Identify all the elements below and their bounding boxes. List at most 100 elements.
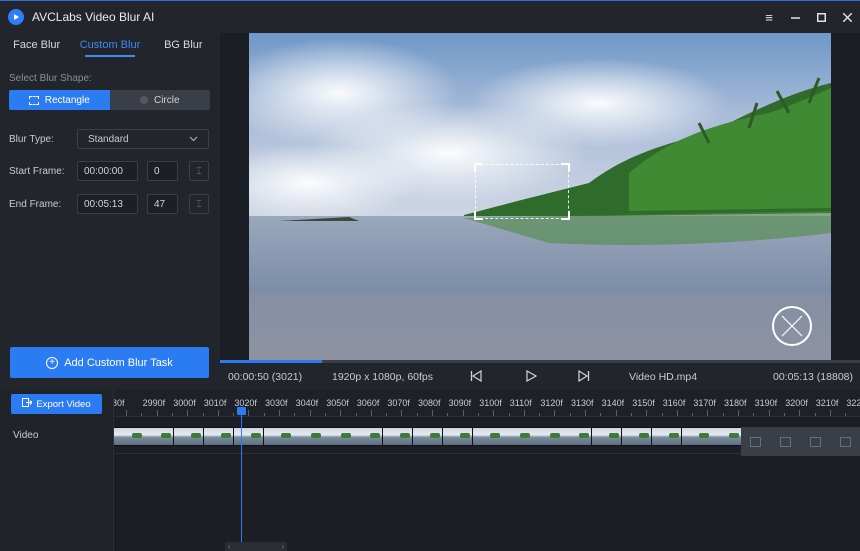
export-label: Export Video <box>36 398 91 410</box>
skip-forward-icon[interactable] <box>578 369 590 385</box>
ruler-tick <box>279 410 280 416</box>
rectangle-icon <box>28 95 39 105</box>
ruler-minor-tick <box>447 413 449 416</box>
ruler-tick-label: 3210f <box>815 398 839 408</box>
blur-type-select[interactable]: Standard <box>77 129 209 149</box>
ruler-tick <box>187 410 189 416</box>
total-duration: 00:05:13 (18808) <box>773 370 853 383</box>
mode-tabs: Face Blur Custom Blur BG Blur <box>0 33 220 59</box>
end-frame-label: End Frame: <box>9 198 62 210</box>
frame-thumbnail <box>323 428 353 445</box>
play-icon[interactable] <box>525 369 538 385</box>
app-title: AVCLabs Video Blur AI <box>32 10 155 24</box>
video-resolution: 1920p x 1080p, 60fps <box>332 370 434 383</box>
skip-back-icon[interactable] <box>470 369 482 385</box>
ruler-minor-tick <box>263 413 265 416</box>
end-time-input[interactable]: 00:05:13 <box>77 194 138 214</box>
ruler-tick <box>738 410 739 416</box>
timeline-scrollbar[interactable]: ‹ › <box>225 542 287 551</box>
close-icon[interactable] <box>834 1 860 34</box>
ruler-tick <box>432 410 433 416</box>
ruler-tick-label: 3190f <box>754 398 778 408</box>
scroll-right-icon[interactable]: › <box>281 542 284 551</box>
ruler-tick <box>401 410 403 416</box>
tab-face-blur[interactable]: Face Blur <box>0 33 73 59</box>
ruler-tick-label: 3140f <box>601 398 625 408</box>
hamburger-icon[interactable]: ≡ <box>756 1 782 34</box>
video-filmstrip[interactable] <box>114 427 741 446</box>
empty-thumbnails <box>741 427 860 456</box>
playhead-handle[interactable] <box>237 407 246 415</box>
ruler-tick-label: 3220f <box>846 398 860 408</box>
ruler-minor-tick <box>324 413 326 416</box>
ruler-tick <box>829 410 831 416</box>
ruler-tick <box>493 410 495 416</box>
minimize-icon[interactable] <box>782 1 808 34</box>
frame-thumbnail <box>353 428 383 445</box>
maximize-icon[interactable] <box>808 1 834 34</box>
ruler-minor-tick <box>202 413 204 416</box>
frame-thumbnail <box>621 428 652 445</box>
export-icon <box>22 398 34 410</box>
ruler-minor-tick <box>508 413 510 416</box>
video-preview[interactable] <box>249 33 831 360</box>
playback-info-bar: 00:00:50 (3021) 1920p x 1080p, 60fps Vid… <box>220 363 860 390</box>
app-logo-icon <box>8 9 24 25</box>
ruler-minor-tick <box>416 413 418 416</box>
end-frame-number-input[interactable]: 47 <box>147 194 178 214</box>
ruler-tick <box>768 410 770 416</box>
frame-thumbnail <box>293 428 323 445</box>
ruler-minor-tick <box>692 413 694 416</box>
tab-bg-blur[interactable]: BG Blur <box>147 33 220 59</box>
tab-custom-blur[interactable]: Custom Blur <box>73 33 146 59</box>
timeline-ruler[interactable]: 80f2990f3000f3010f3020f3030f3040f3050f30… <box>114 390 860 417</box>
ruler-minor-tick <box>661 413 663 416</box>
frame-thumbnail <box>114 428 144 445</box>
circle-label: Circle <box>153 94 180 106</box>
ruler-tick <box>370 410 372 416</box>
ruler-minor-tick <box>477 413 479 416</box>
ruler-tick-label: 3010f <box>203 398 227 408</box>
frame-thumbnail <box>472 428 502 445</box>
ruler-tick <box>126 410 127 416</box>
ruler-tick-label: 3150f <box>632 398 655 408</box>
ruler-tick <box>217 410 219 416</box>
preview-area <box>220 33 860 360</box>
ruler-tick-label: 3030f <box>265 398 288 408</box>
ruler-tick-label: 3170f <box>693 398 716 408</box>
settings-panel: Face Blur Custom Blur BG Blur Select Blu… <box>0 33 220 390</box>
ruler-tick <box>615 410 617 416</box>
ruler-tick <box>248 410 250 416</box>
circle-shape-button[interactable]: Circle <box>110 90 211 110</box>
ruler-tick-label: 3100f <box>479 398 502 408</box>
ruler-tick <box>707 410 709 416</box>
add-task-label: Add Custom Blur Task <box>64 356 173 369</box>
start-frame-number-input[interactable]: 0 <box>147 161 178 181</box>
start-time-input[interactable]: 00:00:00 <box>77 161 138 181</box>
add-custom-blur-task-button[interactable]: + Add Custom Blur Task <box>10 347 209 378</box>
ruler-minor-tick <box>294 413 296 416</box>
end-frame-spinner-icon[interactable]: ⌶ <box>189 194 209 214</box>
ruler-minor-tick <box>814 413 816 416</box>
video-track[interactable] <box>114 417 860 456</box>
ruler-minor-tick <box>783 413 785 416</box>
ruler-tick-label: 3200f <box>785 398 808 408</box>
frame-thumbnail <box>592 428 622 445</box>
title-bar: AVCLabs Video Blur AI ≡ <box>0 0 860 33</box>
rectangle-shape-button[interactable]: Rectangle <box>9 90 110 110</box>
frame-thumbnail <box>144 428 174 445</box>
frame-thumbnail <box>233 428 263 445</box>
frame-thumbnail <box>502 428 532 445</box>
plus-circle-icon: + <box>46 356 59 369</box>
scroll-left-icon[interactable]: ‹ <box>228 542 231 551</box>
ruler-tick <box>523 410 525 416</box>
ruler-minor-tick <box>630 413 632 416</box>
ruler-minor-tick <box>141 413 143 416</box>
image-placeholder-icon <box>809 436 821 447</box>
frame-thumbnail <box>263 428 293 445</box>
export-video-button[interactable]: Export Video <box>11 394 102 414</box>
file-name: Video HD.mp4 <box>629 370 698 383</box>
blur-type-label: Blur Type: <box>9 133 54 145</box>
blur-region-selection[interactable] <box>474 163 570 220</box>
start-frame-spinner-icon[interactable]: ⌶ <box>189 161 209 181</box>
